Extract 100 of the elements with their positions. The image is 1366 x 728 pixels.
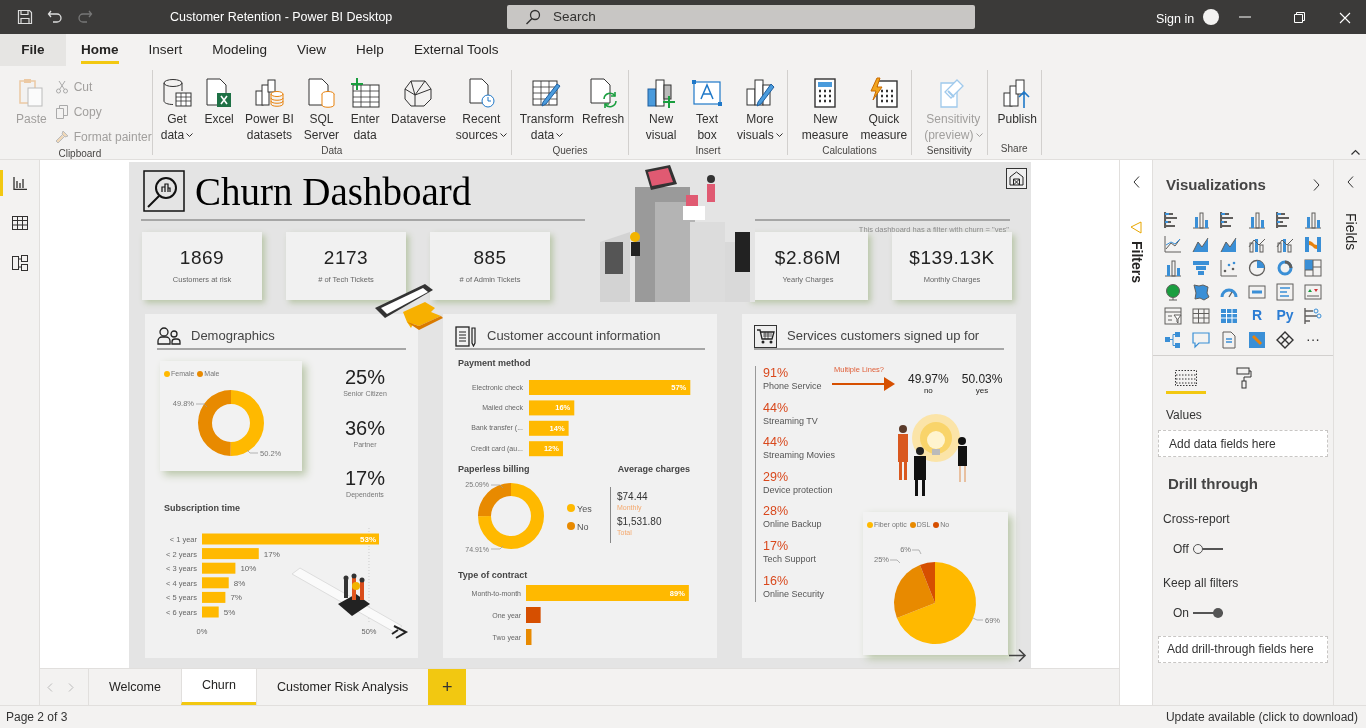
service-label: Device protection [763, 484, 833, 496]
service-label: Streaming TV [763, 415, 818, 427]
drop-field[interactable]: Add drill-through fields here [1158, 635, 1328, 663]
ribbon-button[interactable]: New measure [797, 70, 853, 143]
close-icon[interactable] [1339, 12, 1351, 24]
menu-tab[interactable]: Insert [133, 34, 198, 66]
leader-line [911, 549, 922, 555]
funnel-icon[interactable] [1192, 258, 1210, 277]
ribbon-button[interactable]: Text box [687, 70, 728, 143]
menu-tab[interactable]: External Tools [398, 34, 514, 66]
avatar[interactable] [1203, 9, 1219, 25]
key-influencers-icon[interactable] [1304, 306, 1322, 325]
chart-title: Average charges [617, 462, 690, 476]
column-chart-icon[interactable] [1192, 210, 1210, 229]
expand-pane-icon[interactable] [1313, 179, 1320, 191]
service-percent: 28% [763, 504, 789, 520]
donut-chart-icon[interactable] [1276, 258, 1294, 277]
ribbon-button[interactable]: Refresh [578, 70, 629, 143]
section-label: Values [1166, 407, 1202, 424]
legend-label: Yes [577, 503, 593, 513]
magnifier-chart-icon [143, 170, 185, 212]
group-label: Share [1000, 142, 1028, 155]
ribbon-chart-icon[interactable] [1304, 234, 1322, 253]
ribbon-button[interactable]: Excel [199, 70, 240, 143]
toggle-switch[interactable]: On [1173, 603, 1223, 622]
pie-chart-icon[interactable] [1248, 258, 1266, 277]
ribbon-button[interactable]: More visuals [733, 70, 787, 143]
data-label: 5% [223, 608, 236, 617]
leader-line [972, 617, 984, 621]
undo-icon[interactable] [47, 9, 63, 25]
visual-type-button[interactable]: R [1243, 306, 1271, 325]
data-label: 53% [360, 535, 376, 544]
add-page-button[interactable]: + [428, 669, 467, 705]
menu-tab[interactable]: Help [341, 34, 399, 66]
leader-line [490, 484, 504, 488]
ribbon-button[interactable]: New visual [641, 70, 682, 143]
table-icon[interactable] [1192, 306, 1210, 325]
restore-icon[interactable] [1294, 12, 1305, 23]
panel-title: Services customers signed up for [787, 327, 980, 346]
column-chart-icon[interactable] [1164, 258, 1182, 277]
ribbon-button[interactable]: Get data [156, 70, 198, 143]
diamond-icon[interactable] [1276, 330, 1294, 349]
page-tab[interactable]: Churn [180, 669, 256, 705]
ribbon-button[interactable]: Enter data [345, 70, 386, 143]
collapse-ribbon-icon[interactable] [1351, 149, 1360, 155]
service-percent: 17% [763, 538, 789, 554]
service-percent: 91% [763, 366, 789, 381]
visual-type-button[interactable]: Py [1271, 306, 1299, 325]
arrow-icon [832, 377, 896, 392]
leader-line [195, 403, 208, 408]
ribbon-button[interactable]: Dataverse [387, 70, 450, 143]
stat-value: 36% [345, 415, 385, 440]
update-link[interactable]: Update available (click to download) [1165, 708, 1358, 726]
window-title: Customer Retention - Power BI Desktop [170, 8, 393, 26]
service-label: Streaming Movies [763, 450, 836, 462]
data-label: 10% [240, 564, 257, 574]
menu-tab[interactable]: File [0, 34, 66, 66]
chart-title: Payment method [458, 357, 531, 370]
matrix-icon[interactable] [1220, 306, 1238, 325]
slicer-icon[interactable] [1164, 306, 1182, 325]
menu-tab[interactable]: Home [66, 34, 134, 66]
app-icon[interactable] [1248, 330, 1266, 349]
map-icon[interactable] [1192, 282, 1210, 301]
scissors-icon [54, 80, 69, 94]
pane-title[interactable]: Filters [1125, 241, 1147, 283]
scatter-chart-icon[interactable] [1220, 258, 1238, 277]
next-arrow-icon[interactable] [1009, 648, 1027, 663]
globe-icon[interactable] [1164, 282, 1182, 301]
menu-tab[interactable]: View [282, 34, 342, 66]
line-chart-icon[interactable] [1164, 234, 1182, 253]
cube-icon [402, 77, 435, 109]
home-icon[interactable] [1006, 168, 1027, 189]
decomposition-tree-icon[interactable] [1164, 330, 1182, 349]
search-field[interactable]: Search [507, 5, 975, 29]
page-tab[interactable]: Welcome [88, 669, 181, 705]
kpi-icon[interactable] [1304, 282, 1322, 301]
card-icon[interactable] [1248, 282, 1266, 301]
menu-tab[interactable]: Modeling [197, 34, 283, 66]
leader-line [246, 449, 259, 454]
toggle-switch[interactable]: Off [1173, 539, 1223, 558]
expand-pane-icon[interactable] [1346, 176, 1354, 188]
page-indicator: Page 2 of 3 [6, 709, 68, 726]
pane-title[interactable]: Fields [1339, 213, 1361, 251]
sign-in-link[interactable]: Sign in [1156, 10, 1195, 29]
ribbon-button[interactable]: Transform data [515, 70, 579, 143]
ribbon-button[interactable]: Quick measure [856, 70, 912, 143]
save-icon[interactable] [17, 9, 33, 25]
ribbon-button[interactable]: SQL Server [299, 70, 344, 143]
group-label: Calculations [822, 144, 877, 157]
expand-pane-icon[interactable] [1132, 176, 1140, 188]
drop-field[interactable]: Add data fields here [1158, 430, 1328, 457]
ribbon-button[interactable]: Recent sources [451, 70, 511, 143]
column-chart-icon[interactable] [1248, 210, 1266, 229]
treemap-icon[interactable] [1304, 258, 1322, 277]
column-chart-icon[interactable] [1304, 210, 1322, 229]
ribbon-button[interactable]: Publish [993, 70, 1041, 141]
next-page-icon [68, 682, 74, 692]
brush-icon [54, 130, 69, 144]
ribbon-button[interactable]: Power BI datasets [241, 70, 298, 143]
visual-type-button[interactable]: ··· [1299, 330, 1327, 349]
